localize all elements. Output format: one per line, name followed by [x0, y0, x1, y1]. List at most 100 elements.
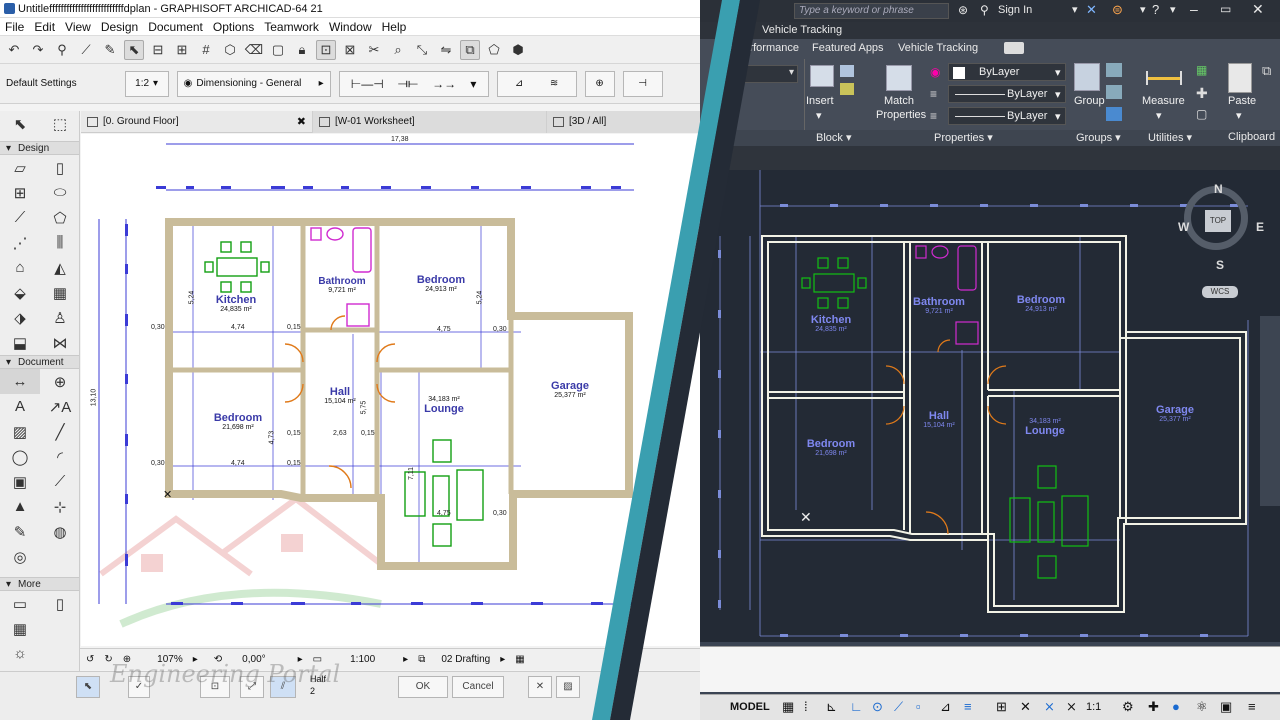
arc-tool-icon[interactable]: ◜: [40, 444, 80, 469]
annotation-visibility-icon[interactable]: ⨯: [1044, 699, 1055, 715]
polar-icon[interactable]: ⊙: [872, 699, 883, 715]
pointer-mode-button[interactable]: ⬉: [76, 676, 100, 698]
insert-block-icon[interactable]: [810, 65, 834, 87]
room-lounge[interactable]: 34,183 m² Lounge: [409, 396, 479, 415]
room-kitchen[interactable]: Kitchen 24,835 m²: [201, 294, 271, 313]
paste-icon[interactable]: [1228, 63, 1252, 93]
clean-screen-icon[interactable]: ▣: [1220, 699, 1232, 715]
annotation-scale[interactable]: 1:1: [1086, 701, 1101, 713]
acad-room-hall[interactable]: Hall 15,104 m²: [904, 410, 974, 429]
add-icon[interactable]: ✚: [1148, 699, 1159, 715]
viewcube-west[interactable]: W: [1178, 220, 1189, 234]
group-icon[interactable]: [1074, 63, 1100, 91]
edit-block-icon[interactable]: [840, 83, 854, 95]
ungroup-icon[interactable]: [1106, 63, 1122, 77]
tab-worksheet[interactable]: [W-01 Worksheet]: [313, 111, 547, 133]
corner-window-icon[interactable]: ▯: [40, 591, 80, 616]
ruler-icon[interactable]: ⊠: [340, 40, 360, 60]
window-icon[interactable]: ▢: [268, 40, 288, 60]
acad-room-bedroom-bottom[interactable]: Bedroom 21,698 m²: [796, 438, 866, 457]
dim-slope-icon[interactable]: ⊿: [515, 78, 523, 89]
worksheet-icon[interactable]: ◍: [40, 519, 80, 544]
dim-linear-icon[interactable]: ⊢—⊣: [351, 77, 384, 91]
search-input[interactable]: Type a keyword or phrase: [794, 3, 949, 19]
lock-icon[interactable]: 🔒︎: [292, 40, 312, 60]
grid-element-icon[interactable]: ▦: [0, 616, 40, 641]
blank-icon[interactable]: [40, 641, 80, 666]
acad-room-lounge[interactable]: 34,183 m² Lounge: [1010, 418, 1080, 437]
room-bathroom[interactable]: Bathroom 9,721 m²: [307, 276, 377, 294]
workspace-gear-icon[interactable]: ⚙: [1122, 699, 1134, 715]
marquee-icon[interactable]: ⬚: [40, 111, 80, 136]
exchange-icon[interactable]: ✕: [1086, 2, 1097, 18]
panel-properties[interactable]: Properties ▾: [934, 131, 993, 144]
acad-room-garage[interactable]: Garage 25,377 m²: [1140, 404, 1210, 423]
panel-clipboard[interactable]: Clipboard: [1228, 131, 1275, 143]
tab-featured-apps[interactable]: Featured Apps: [812, 42, 884, 54]
wall-end-icon[interactable]: ▭: [0, 591, 40, 616]
measure-button[interactable]: Measure: [1142, 95, 1185, 107]
group-select-icon[interactable]: [1106, 107, 1122, 121]
acad-room-kitchen[interactable]: Kitchen 24,835 m²: [796, 314, 866, 333]
tab-vehicle-tracking-top[interactable]: Vehicle Tracking: [762, 24, 842, 36]
mesh-icon[interactable]: ⋈: [40, 330, 80, 355]
drawing-icon[interactable]: ✎: [0, 519, 40, 544]
auto-scale-icon[interactable]: ⨯: [1066, 699, 1077, 715]
polyline-tool-icon[interactable]: ⟋: [40, 469, 80, 494]
zoom-icon[interactable]: ⌕: [388, 40, 408, 60]
snap-mode-icon[interactable]: ⁞: [804, 699, 808, 714]
chevron-down-icon[interactable]: ▾: [1072, 3, 1078, 16]
panel-block[interactable]: Block ▾: [816, 131, 851, 144]
pattern-button[interactable]: ▨: [556, 676, 580, 698]
object-snap-icon[interactable]: ▫: [916, 699, 921, 714]
model-space-button[interactable]: MODEL: [730, 701, 770, 713]
arrow-select-icon[interactable]: ⬉: [0, 111, 40, 136]
autocad-command-line[interactable]: [700, 646, 1280, 692]
syringe-icon[interactable]: ✎: [100, 40, 120, 60]
chevron-down-icon[interactable]: ▾: [1140, 3, 1146, 16]
selection-cycling-icon[interactable]: ⊞: [996, 699, 1007, 715]
dim-arrow-icon[interactable]: →→: [432, 77, 456, 91]
menu-document[interactable]: Document: [148, 18, 203, 35]
grid-toggle-icon[interactable]: ▦: [515, 654, 524, 665]
wall-icon[interactable]: ▱: [0, 155, 40, 180]
dimension-text-button[interactable]: ⊣: [622, 70, 663, 97]
lineweight-toggle-icon[interactable]: ⊿: [940, 699, 951, 715]
dimension-marker-button[interactable]: ⊕: [584, 70, 615, 97]
layer-combo-value[interactable]: 02 Drafting: [441, 654, 490, 665]
column-icon[interactable]: ⬭: [40, 180, 80, 205]
lamp-icon[interactable]: [40, 616, 80, 641]
chevron-down-icon[interactable]: ▾: [816, 109, 822, 122]
close-icon[interactable]: ✖: [297, 111, 306, 133]
help-icon[interactable]: ?: [1152, 2, 1159, 17]
eyedropper-icon[interactable]: ⟋: [76, 40, 96, 60]
copy-clip-icon[interactable]: ⧉: [1262, 63, 1271, 79]
menu-design[interactable]: Design: [101, 18, 138, 35]
match-properties-label-2[interactable]: Properties: [876, 109, 926, 121]
undo-icon[interactable]: ↶: [4, 40, 24, 60]
text-tool-icon[interactable]: A: [0, 394, 40, 419]
hardware-acceleration-icon[interactable]: ⚛: [1196, 699, 1208, 715]
ok-button[interactable]: OK: [398, 676, 448, 698]
scissors-icon[interactable]: ✂: [364, 40, 384, 60]
tab-ground-floor[interactable]: [0. Ground Floor] ✖: [81, 111, 313, 133]
default-settings-label[interactable]: Default Settings: [6, 78, 77, 89]
toolbox-design-header[interactable]: Design: [0, 141, 79, 156]
lineweight-dropdown[interactable]: ByLayer ▾: [948, 107, 1066, 125]
eraser-icon[interactable]: ⌫: [244, 40, 264, 60]
ortho-icon[interactable]: ∟: [850, 699, 863, 714]
mirror-icon[interactable]: ⇋: [436, 40, 456, 60]
menu-help[interactable]: Help: [382, 18, 407, 35]
menu-edit[interactable]: Edit: [34, 18, 55, 35]
beam-icon[interactable]: ⟋: [0, 205, 40, 230]
slab-icon[interactable]: ⬠: [40, 205, 80, 230]
label-tool-icon[interactable]: ↗A: [40, 394, 80, 419]
menu-options[interactable]: Options: [213, 18, 254, 35]
sun-icon[interactable]: ☼: [0, 641, 40, 666]
detail-icon[interactable]: ◎: [0, 544, 40, 569]
roof-icon[interactable]: ⌂: [0, 255, 40, 280]
tab-performance[interactable]: Performance: [736, 42, 799, 54]
hotspot-icon[interactable]: ▲: [0, 494, 40, 519]
viewcube-south[interactable]: S: [1216, 258, 1224, 272]
paste-button[interactable]: Paste: [1228, 95, 1256, 107]
